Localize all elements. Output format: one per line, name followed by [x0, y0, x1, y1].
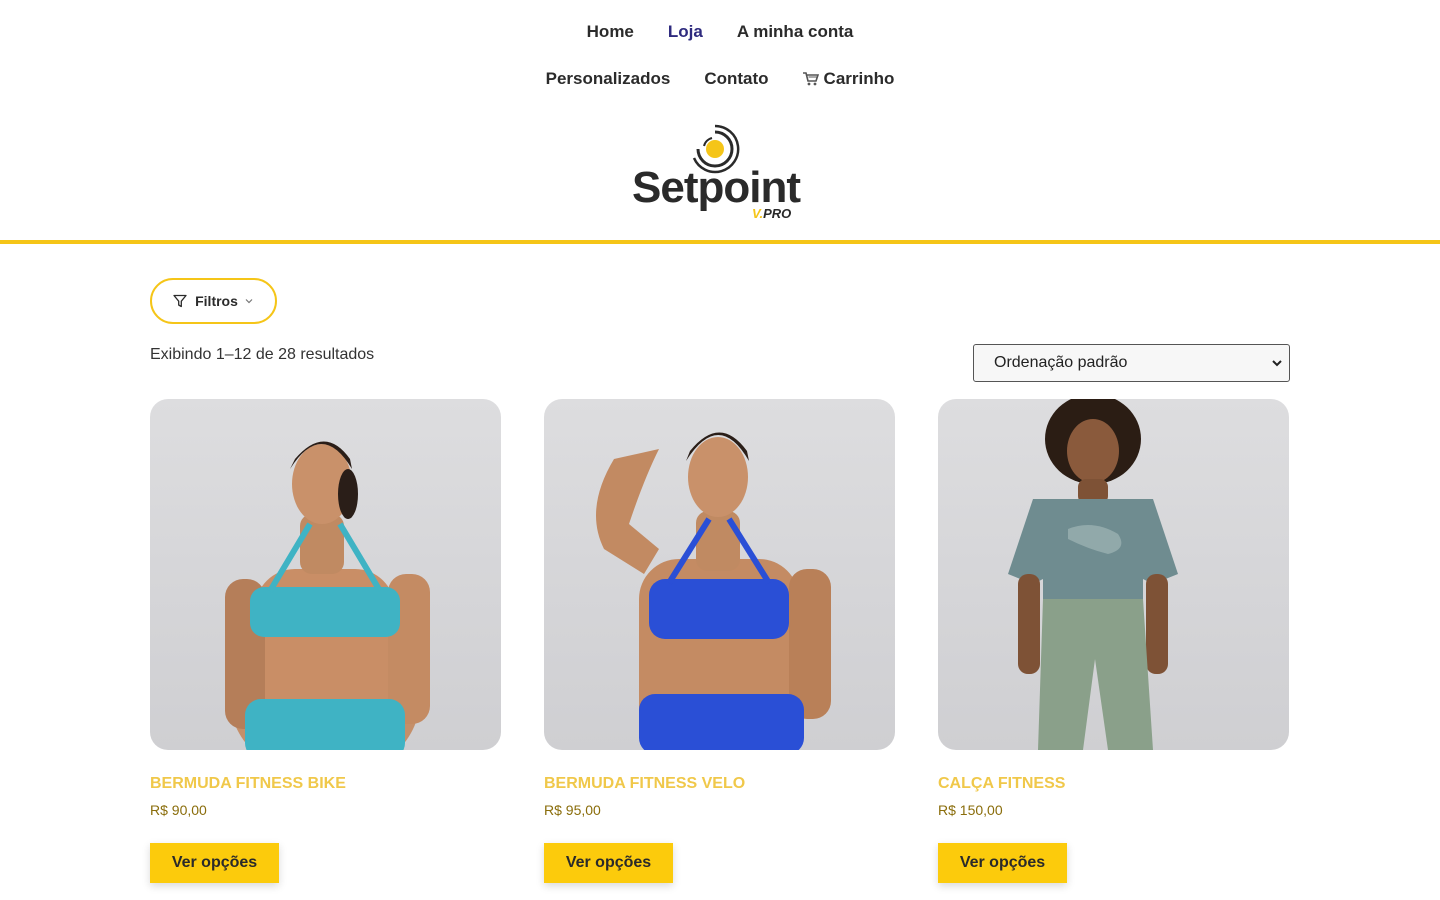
orderby-select[interactable]: Ordenação padrão: [973, 344, 1290, 382]
ver-opcoes-button[interactable]: Ver opções: [544, 843, 673, 883]
product-photo-figure: [225, 441, 430, 750]
product-card: CALÇA FITNESS R$ 150,00 Ver opções: [938, 399, 1289, 883]
product-image[interactable]: [544, 399, 895, 750]
product-name[interactable]: CALÇA FITNESS: [938, 774, 1065, 794]
select-chevron-icon: [1272, 360, 1282, 367]
orderby-selected-value: Ordenação padrão: [994, 354, 1128, 371]
nav-carrinho[interactable]: Carrinho: [802, 67, 895, 91]
result-count: Exibindo 1–12 de 28 resultados: [150, 346, 375, 363]
nav-minha-conta[interactable]: A minha conta: [737, 20, 854, 44]
nav-home[interactable]: Home: [587, 20, 634, 44]
filters-button[interactable]: Filtros: [150, 278, 277, 324]
product-price: R$ 90,00: [150, 802, 207, 818]
product-image[interactable]: [150, 399, 501, 750]
filter-funnel-icon: [173, 294, 187, 308]
product-card: BERMUDA FITNESS VELO R$ 95,00 Ver opções: [544, 399, 895, 883]
site-header: Home Loja A minha conta Personalizados C…: [0, 0, 1440, 244]
product-name[interactable]: BERMUDA FITNESS BIKE: [150, 774, 346, 794]
ver-opcoes-button[interactable]: Ver opções: [150, 843, 279, 883]
product-image[interactable]: [938, 399, 1289, 750]
product-name[interactable]: BERMUDA FITNESS VELO: [544, 774, 745, 794]
setpoint-logo[interactable]: Setpoint V.PRO: [630, 122, 812, 226]
nav-carrinho-label: Carrinho: [823, 69, 895, 88]
nav-loja[interactable]: Loja: [668, 20, 703, 44]
product-photo-figure: [596, 432, 831, 750]
product-price: R$ 150,00: [938, 802, 1003, 818]
chevron-down-icon: [245, 299, 253, 304]
nav-contato[interactable]: Contato: [704, 67, 768, 91]
product-card: BERMUDA FITNESS BIKE R$ 90,00 Ver opções: [150, 399, 501, 883]
product-price: R$ 95,00: [544, 802, 601, 818]
product-photo-figure: [1008, 399, 1178, 750]
logo-subtitle: V.PRO: [752, 206, 792, 221]
nav-personalizados[interactable]: Personalizados: [546, 67, 671, 91]
ver-opcoes-button[interactable]: Ver opções: [938, 843, 1067, 883]
cart-icon: [802, 72, 819, 86]
filters-label: Filtros: [195, 293, 238, 309]
primary-nav-row-1: Home Loja A minha conta: [0, 20, 1440, 44]
primary-nav-row-2: Personalizados Contato Carrinho: [0, 67, 1440, 91]
